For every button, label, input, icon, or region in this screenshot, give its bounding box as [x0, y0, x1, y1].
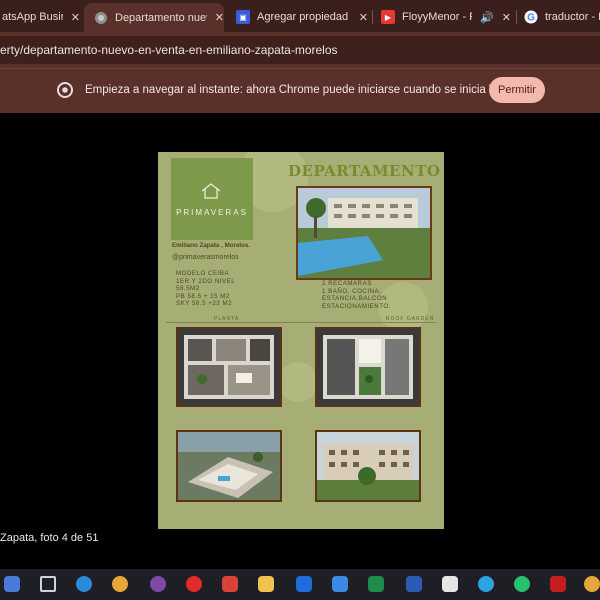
- close-icon[interactable]: ✕: [359, 11, 368, 24]
- tab-title: Agregar propiedad |: [257, 11, 351, 23]
- decorative-leaf: [278, 362, 318, 402]
- windows-taskbar: [0, 569, 600, 600]
- tab-title: atsApp Busin: [2, 11, 63, 23]
- pool-photo: [296, 186, 432, 280]
- youtube-icon: ▶: [381, 10, 395, 24]
- feature-line: ESTACIONAMIENTO.: [322, 302, 391, 310]
- browser-toolbar: erty/departamento-nuevo-en-venta-en-emil…: [0, 32, 600, 68]
- opera-icon[interactable]: [186, 576, 202, 592]
- tab-title: Departamento nuevo: [115, 11, 207, 24]
- chrome-icon[interactable]: [112, 576, 128, 592]
- tor-icon[interactable]: [150, 576, 166, 592]
- tab-traductor[interactable]: G traductor - Bu: [524, 4, 600, 30]
- property-flyer-image: PRIMAVERAS DEPARTAMENTO Emiliano Zapata …: [158, 152, 444, 529]
- globe-icon: [94, 11, 108, 25]
- model-line: MODELO CEIBA: [176, 270, 230, 277]
- tab-departamento[interactable]: Departamento nuevo ✕: [84, 3, 224, 32]
- tab-strip: atsApp Busin ✕ Departamento nuevo ✕ ▣ Ag…: [0, 0, 600, 32]
- plan-label: ROOF GARDEN: [386, 316, 435, 322]
- chrome-icon: [57, 82, 73, 98]
- divider: [166, 322, 436, 323]
- tab-floyymenor[interactable]: ▶ FloyyMenor - Peli 🔊 ✕: [381, 4, 511, 30]
- instagram-handle: @primaverasmorelos: [172, 254, 239, 261]
- tab-title: FloyyMenor - Peli: [402, 11, 472, 23]
- speaker-icon[interactable]: 🔊: [480, 11, 494, 24]
- word-icon[interactable]: [406, 576, 422, 592]
- location-text: Emiliano Zapata , Morelos.: [172, 242, 251, 249]
- model-line: SKY 58.5 +23 M2: [176, 300, 233, 307]
- feature-line: ESTANCIA,BALCON: [322, 295, 388, 302]
- telegram-icon[interactable]: [478, 576, 494, 592]
- mcafee-icon[interactable]: [550, 576, 566, 592]
- task-view-icon[interactable]: [40, 576, 56, 592]
- file-icon[interactable]: [332, 576, 348, 592]
- tab-title: traductor - Bu: [545, 11, 600, 23]
- house-icon: [201, 183, 221, 199]
- infobar-message: Empieza a navegar al instante: ahora Chr…: [85, 84, 539, 96]
- feature-line: 1 BAÑO, COCINA,: [322, 287, 382, 295]
- plan-label: PLANTA: [214, 316, 240, 322]
- excel-icon[interactable]: [368, 576, 384, 592]
- svg-text:G: G: [527, 13, 535, 24]
- outlook-icon[interactable]: [296, 576, 312, 592]
- snipping-tool-icon[interactable]: [222, 576, 238, 592]
- flyer-title: DEPARTAMENTO: [288, 162, 441, 180]
- tab-whatsapp-business[interactable]: atsApp Busin ✕: [0, 4, 80, 30]
- file-explorer-icon[interactable]: [258, 576, 274, 592]
- site-favicon-icon: ▣: [236, 10, 250, 24]
- model-line: 1ER Y 2DO NIVEL: [176, 277, 236, 285]
- model-line: 58.5M2: [176, 285, 200, 292]
- google-icon: G: [524, 10, 538, 24]
- brand-logo: PRIMAVERAS: [171, 158, 253, 240]
- roof-garden-plan-image: [315, 327, 421, 407]
- aerial-photo: [176, 430, 282, 502]
- courtyard-photo: [315, 430, 421, 502]
- close-icon[interactable]: ✕: [215, 11, 224, 24]
- close-icon[interactable]: ✕: [71, 11, 80, 24]
- chrome-profile-icon[interactable]: [584, 576, 600, 592]
- photo-caption: Zapata, foto 4 de 51: [0, 532, 99, 544]
- feature-line: 2 RECAMARAS: [322, 280, 372, 287]
- brand-name: PRIMAVERAS: [176, 208, 248, 217]
- close-icon[interactable]: ✕: [502, 11, 511, 24]
- permit-button[interactable]: Permitir: [489, 77, 545, 103]
- floor-plan-image: [176, 327, 282, 407]
- windows-start-icon[interactable]: [4, 576, 20, 592]
- model-line: PB 58.5 + 15 M2: [176, 292, 230, 300]
- whatsapp-icon[interactable]: [514, 576, 530, 592]
- url-text[interactable]: erty/departamento-nuevo-en-venta-en-emil…: [0, 43, 338, 57]
- tab-separator: [516, 10, 517, 24]
- edge-icon[interactable]: [76, 576, 92, 592]
- address-bar[interactable]: erty/departamento-nuevo-en-venta-en-emil…: [0, 36, 600, 64]
- tab-agregar-propiedad[interactable]: ▣ Agregar propiedad | ✕: [236, 4, 368, 30]
- tab-separator: [372, 10, 373, 24]
- settings-gear-icon[interactable]: [442, 576, 458, 592]
